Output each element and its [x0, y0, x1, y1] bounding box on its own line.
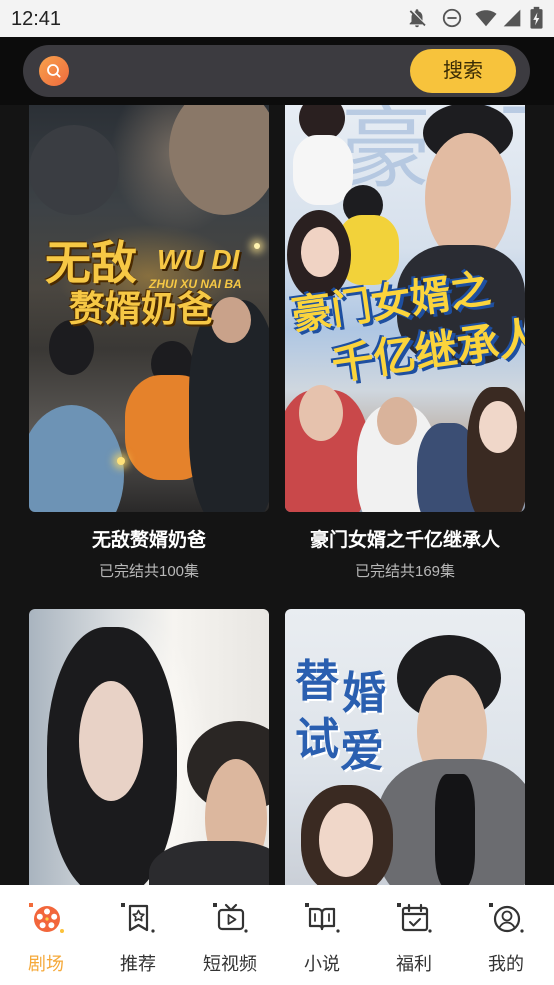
- search-button[interactable]: 搜索: [410, 49, 516, 93]
- poster-figure-shape: [169, 105, 269, 215]
- search-icon[interactable]: [39, 56, 69, 86]
- poster-figure-shape: [211, 297, 251, 343]
- nav-item-profile[interactable]: 我的: [460, 885, 552, 985]
- poster-title-text: 无敌: [45, 237, 137, 289]
- drama-card[interactable]: 豪门 豪门女婿之 千亿继承人 豪门女婿之千亿继承人 已完结共169集: [285, 105, 525, 585]
- nav-label: 福利: [396, 954, 432, 974]
- wifi-icon: [475, 10, 497, 27]
- theater-icon: [29, 903, 64, 933]
- bottom-nav: 剧场 推荐 短视频 小说 福利 我的: [0, 885, 554, 985]
- poster-figure-shape: [435, 774, 475, 885]
- battery-charging-icon: [530, 6, 543, 29]
- nav-label: 小说: [304, 954, 340, 974]
- search-bar[interactable]: 搜索: [23, 45, 530, 97]
- poster-figure-shape: [293, 135, 353, 205]
- drama-poster[interactable]: 替 婚 试 爱: [285, 609, 525, 885]
- book-icon: [305, 903, 340, 933]
- do-not-disturb-icon: [442, 8, 462, 28]
- drama-episodes: 已完结共169集: [354, 563, 456, 580]
- sparkle-shape: [117, 457, 125, 465]
- poster-title-char: 替: [295, 657, 339, 706]
- bookmark-star-icon: [121, 903, 155, 933]
- nav-item-welfare[interactable]: 福利: [368, 885, 460, 985]
- drama-poster[interactable]: [29, 609, 269, 885]
- notifications-off-icon: [409, 9, 426, 28]
- poster-figure-shape: [319, 803, 373, 877]
- nav-item-recommend[interactable]: 推荐: [92, 885, 184, 985]
- poster-figure-shape: [29, 405, 124, 512]
- nav-label: 剧场: [28, 954, 64, 974]
- poster-figure-shape: [299, 385, 343, 441]
- poster-title-char: 婚: [342, 669, 386, 718]
- drama-card[interactable]: 替 婚 试 爱: [285, 609, 525, 885]
- nav-label: 我的: [488, 954, 524, 974]
- poster-figure-shape: [29, 125, 119, 215]
- poster-figure-shape: [149, 841, 269, 885]
- nav-item-short-video[interactable]: 短视频: [184, 885, 276, 985]
- nav-label: 推荐: [120, 954, 156, 974]
- drama-grid: 无敌 WU DI ZHUI XU NAI BA 赘婿奶爸 无敌赘婿奶爸 已完结共…: [0, 105, 554, 885]
- status-bar: 12:41: [0, 0, 554, 37]
- tv-play-icon: [213, 903, 248, 933]
- nav-item-novel[interactable]: 小说: [276, 885, 368, 985]
- drama-episodes: 已完结共100集: [98, 563, 200, 580]
- poster-title-pinyin: WU DI: [157, 244, 240, 275]
- drama-title: 豪门女婿之千亿继承人: [309, 530, 500, 551]
- nav-label: 短视频: [203, 954, 257, 974]
- poster-figure-shape: [301, 227, 339, 277]
- calendar-check-icon: [397, 903, 432, 933]
- poster-title-char: 试: [295, 715, 339, 764]
- drama-card[interactable]: 无敌 WU DI ZHUI XU NAI BA 赘婿奶爸 无敌赘婿奶爸 已完结共…: [29, 105, 269, 585]
- poster-figure-shape: [479, 401, 517, 453]
- poster-title-text: 赘婿奶爸: [69, 288, 214, 329]
- signal-icon: [503, 9, 521, 27]
- poster-figure-shape: [425, 133, 511, 263]
- status-time: 12:41: [11, 8, 62, 30]
- drama-poster[interactable]: 豪门 豪门女婿之 千亿继承人: [285, 105, 525, 512]
- poster-figure-shape: [79, 681, 143, 801]
- nav-item-theater[interactable]: 剧场: [0, 885, 92, 985]
- poster-figure-shape: [377, 397, 417, 445]
- sparkle-shape: [254, 243, 260, 249]
- drama-title: 无敌赘婿奶爸: [91, 530, 206, 551]
- drama-poster[interactable]: 无敌 WU DI ZHUI XU NAI BA 赘婿奶爸: [29, 105, 269, 512]
- search-input[interactable]: [79, 45, 401, 97]
- poster-title-char: 爱: [340, 727, 384, 776]
- search-header: 搜索: [0, 37, 554, 105]
- drama-card[interactable]: [29, 609, 269, 885]
- profile-icon: [489, 903, 524, 933]
